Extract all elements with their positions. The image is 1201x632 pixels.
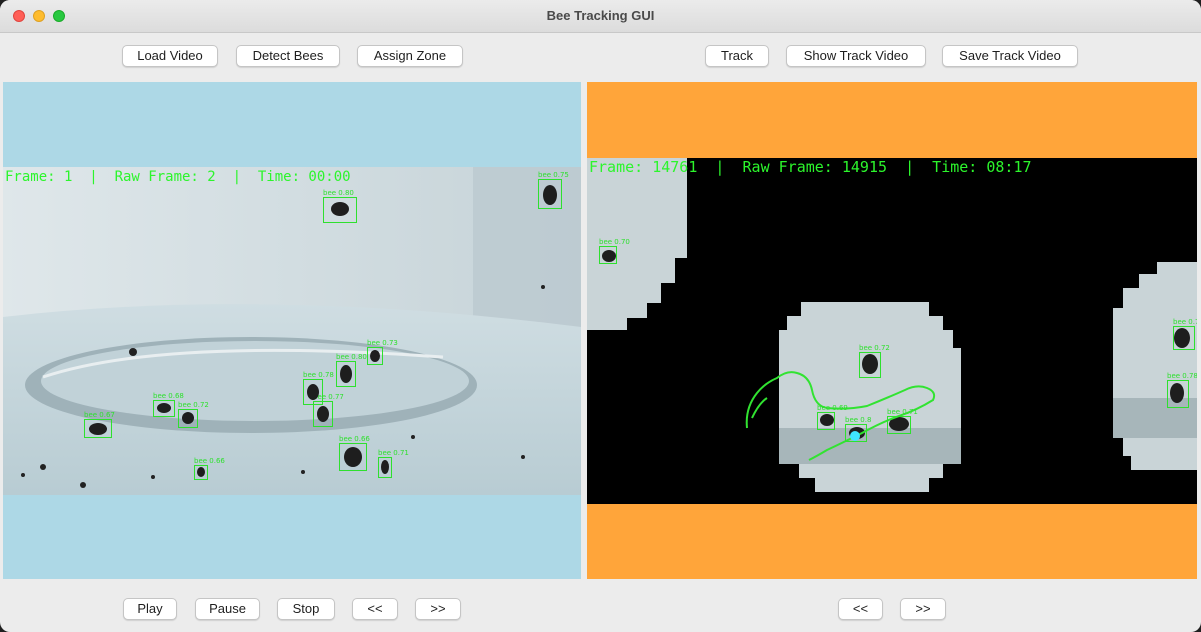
save-track-video-button[interactable]: Save Track Video (942, 45, 1078, 67)
source-video-frame: Frame: 1 | Raw Frame: 2 | Time: 00:00 be… (3, 167, 581, 495)
source-video-panel[interactable]: Frame: 1 | Raw Frame: 2 | Time: 00:00 be… (3, 82, 581, 579)
stop-button[interactable]: Stop (277, 598, 335, 620)
window-title: Bee Tracking GUI (546, 8, 655, 23)
detection-label: bee 0.72 (859, 344, 890, 352)
detection-label: bee 0.78 (1167, 372, 1197, 380)
bee-detection-box: bee 0.72 (859, 344, 890, 378)
right-step-back-button[interactable]: << (838, 598, 883, 620)
left-step-forward-button[interactable]: >> (415, 598, 461, 620)
pause-button[interactable]: Pause (195, 598, 260, 620)
bee-detection-box: bee 0.7 (1173, 318, 1197, 350)
frame-info-overlay: Frame: 14761 | Raw Frame: 14915 | Time: … (589, 158, 1032, 176)
track-video-frame: Frame: 14761 | Raw Frame: 14915 | Time: … (587, 158, 1197, 504)
track-video-image (587, 158, 1197, 492)
show-track-video-button[interactable]: Show Track Video (786, 45, 926, 67)
bee-detection-box: bee 0.78 (1167, 372, 1197, 408)
bee-detection-box: bee 0.70 (599, 238, 630, 264)
detect-bees-button[interactable]: Detect Bees (236, 45, 340, 67)
detection-label: bee 0.70 (599, 238, 630, 246)
bee-detection-box: bee 0.8 (845, 416, 871, 442)
track-button[interactable]: Track (705, 45, 769, 67)
detection-label: bee 0.71 (887, 408, 918, 416)
load-video-button[interactable]: Load Video (122, 45, 218, 67)
right-step-forward-button[interactable]: >> (900, 598, 946, 620)
bee-detection-box: bee 0.69 (817, 404, 848, 430)
bee-shapes (89, 185, 557, 477)
title-bar: Bee Tracking GUI (0, 0, 1201, 33)
detection-label: bee 0.69 (817, 404, 848, 412)
app-window: Bee Tracking GUI Load Video Detect Bees … (0, 0, 1201, 632)
detection-label: bee 0.8 (845, 416, 872, 424)
assign-zone-button[interactable]: Assign Zone (357, 45, 463, 67)
left-step-back-button[interactable]: << (352, 598, 398, 620)
track-video-panel[interactable]: Frame: 14761 | Raw Frame: 14915 | Time: … (587, 82, 1197, 579)
detection-label: bee 0.7 (1173, 318, 1197, 326)
bee-detection-box: bee 0.71 (887, 408, 918, 434)
play-button[interactable]: Play (123, 598, 177, 620)
